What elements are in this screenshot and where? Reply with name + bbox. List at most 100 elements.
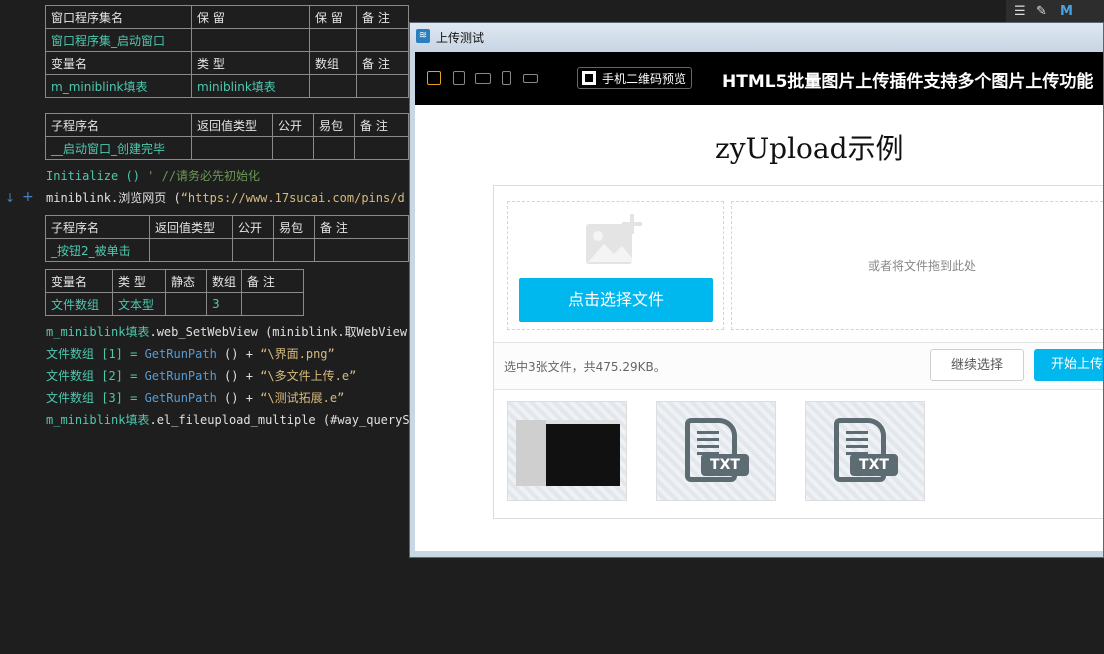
code-comment: ' //请务必先初始化 <box>147 169 261 183</box>
code-token: 文件数组 [1] = <box>46 347 145 361</box>
edit-icon[interactable]: ✎ <box>1036 4 1047 19</box>
subroutine-table-2: 子程序名 返回值类型 公开 易包 备 注 _按钮2_被单击 <box>45 215 409 262</box>
desktop-view-icon[interactable] <box>427 71 441 85</box>
cell[interactable] <box>356 28 409 52</box>
phone-view-icon[interactable] <box>502 71 511 85</box>
cell: 保 留 <box>191 5 310 29</box>
file-type-badge: TXT <box>701 454 749 476</box>
cell[interactable]: 窗口程序集_启动窗口 <box>45 28 192 52</box>
code-token: 文件数组 [3] = <box>46 391 145 405</box>
cell: 类 型 <box>112 269 166 293</box>
cell[interactable] <box>241 292 304 316</box>
cell[interactable] <box>165 292 207 316</box>
code-string: “\界面.png” <box>260 347 335 361</box>
continue-select-button[interactable]: 继续选择 <box>930 349 1024 381</box>
upload-panel: 点击选择文件 或者将文件拖到此处 选中3张文件，共475.29KB。 继续选择 … <box>493 185 1103 519</box>
cell[interactable]: 文件数组 <box>45 292 113 316</box>
plus-icon[interactable]: + <box>22 189 34 205</box>
cell: 返回值类型 <box>149 215 233 239</box>
select-file-button[interactable]: 点击选择文件 <box>519 278 713 322</box>
cell: 备 注 <box>241 269 304 293</box>
cell[interactable] <box>149 238 233 262</box>
qr-code-icon <box>582 71 596 85</box>
cell[interactable] <box>232 238 274 262</box>
cell[interactable] <box>313 136 355 160</box>
webview: 手机二维码预览 HTML5批量图片上传插件支持多个图片上传功能 zyUpload… <box>415 52 1103 551</box>
file-picker-area[interactable]: 点击选择文件 <box>507 201 724 330</box>
code-string: “\多文件上传.e” <box>260 369 357 383</box>
cell[interactable] <box>191 136 273 160</box>
code-string: “\测试拓展.e” <box>260 391 345 405</box>
cell: 备 注 <box>356 51 409 75</box>
code-line[interactable]: Initialize () ' //请务必先初始化 <box>46 167 260 185</box>
cell[interactable] <box>314 238 409 262</box>
cell[interactable] <box>309 74 357 98</box>
cell: 备 注 <box>356 5 409 29</box>
cell[interactable] <box>273 238 315 262</box>
code-line[interactable]: 文件数组 [2] = GetRunPath () + “\多文件上传.e” <box>46 367 356 385</box>
cell[interactable] <box>272 136 314 160</box>
add-image-icon <box>586 214 642 264</box>
cell: 保 留 <box>309 5 357 29</box>
cell: 变量名 <box>45 51 192 75</box>
page-title: zyUpload示例 <box>715 132 904 165</box>
phone-landscape-icon[interactable] <box>523 74 538 83</box>
cell[interactable]: m_miniblink填表 <box>45 74 192 98</box>
upload-test-window[interactable]: ≋ 上传测试 手机二维码预览 HTML5批量图片上传插件支持多个图片上传功能 z… <box>409 22 1104 558</box>
subroutine-table: 子程序名 返回值类型 公开 易包 备 注 __启动窗口_创建完毕 <box>45 113 409 160</box>
window-titlebar[interactable]: ≋ 上传测试 <box>410 23 1103 51</box>
cell: 子程序名 <box>45 113 192 137</box>
code-line[interactable]: m_miniblink填表.el_fileupload_multiple (#w… <box>46 411 417 429</box>
code-token: .el_fileupload_multiple (#way_querySe <box>149 413 417 427</box>
assembly-table: 窗口程序集名 保 留 保 留 备 注 窗口程序集_启动窗口 变量名 类 型 数组… <box>45 5 409 98</box>
qr-preview-button[interactable]: 手机二维码预览 <box>577 67 692 89</box>
app-icon: ≋ <box>416 29 430 43</box>
demo-topbar: 手机二维码预览 HTML5批量图片上传插件支持多个图片上传功能 <box>415 52 1103 105</box>
drop-zone[interactable]: 或者将文件拖到此处 <box>731 201 1103 330</box>
cell: 公开 <box>272 113 314 137</box>
cell[interactable] <box>356 74 409 98</box>
cell: 备 注 <box>354 113 409 137</box>
code-string: “https://www.17sucai.com/pins/d <box>180 191 405 205</box>
code-token: .web_SetWebView (miniblink.取WebView <box>149 325 408 339</box>
code-token: () + <box>216 347 261 361</box>
cell: 静态 <box>165 269 207 293</box>
cell: 窗口程序集名 <box>45 5 192 29</box>
cell: 子程序名 <box>45 215 150 239</box>
format-icon[interactable]: ☰ <box>1014 4 1026 19</box>
code-token: 文件数组 [2] = <box>46 369 145 383</box>
upload-status-bar: 选中3张文件，共475.29KB。 继续选择 开始上传 <box>494 342 1103 390</box>
demo-headline: HTML5批量图片上传插件支持多个图片上传功能 <box>722 72 1094 92</box>
cell: 公开 <box>232 215 274 239</box>
cell: 数组 <box>205 269 243 293</box>
file-type-badge: TXT <box>850 454 898 476</box>
cell[interactable] <box>354 136 409 160</box>
variable-table: 变量名 类 型 静态 数组 备 注 文件数组 文本型 3 <box>45 269 304 316</box>
cell: 返回值类型 <box>191 113 273 137</box>
cell[interactable] <box>309 28 357 52</box>
window-title: 上传测试 <box>436 31 485 45</box>
file-thumbnail[interactable] <box>507 401 627 501</box>
cell: 类 型 <box>191 51 310 75</box>
tablet-view-icon[interactable] <box>453 71 465 85</box>
cell[interactable]: __启动窗口_创建完毕 <box>45 136 192 160</box>
cell: 备 注 <box>314 215 409 239</box>
cell[interactable]: miniblink填表 <box>191 74 310 98</box>
code-line[interactable]: miniblink.浏览网页 (“https://www.17sucai.com… <box>46 189 405 207</box>
code-line[interactable]: m_miniblink填表.web_SetWebView (miniblink.… <box>46 323 407 341</box>
code-token: m_miniblink填表 <box>46 325 150 339</box>
code-line[interactable]: 文件数组 [1] = GetRunPath () + “\界面.png” <box>46 345 335 363</box>
file-thumbnail[interactable]: TXT <box>805 401 925 501</box>
cell[interactable]: _按钮2_被单击 <box>45 238 150 262</box>
cell[interactable]: 3 <box>205 292 243 316</box>
cell[interactable]: 文本型 <box>112 292 166 316</box>
cell: 易包 <box>273 215 315 239</box>
code-line[interactable]: 文件数组 [3] = GetRunPath () + “\测试拓展.e” <box>46 389 344 407</box>
m-logo-icon[interactable]: M <box>1060 4 1073 19</box>
file-thumbnail[interactable]: TXT <box>656 401 776 501</box>
cell[interactable] <box>191 28 310 52</box>
code-token: Initialize () <box>46 169 140 183</box>
tablet-landscape-icon[interactable] <box>475 73 491 84</box>
code-token: () + <box>216 369 261 383</box>
start-upload-button[interactable]: 开始上传 <box>1034 349 1103 381</box>
